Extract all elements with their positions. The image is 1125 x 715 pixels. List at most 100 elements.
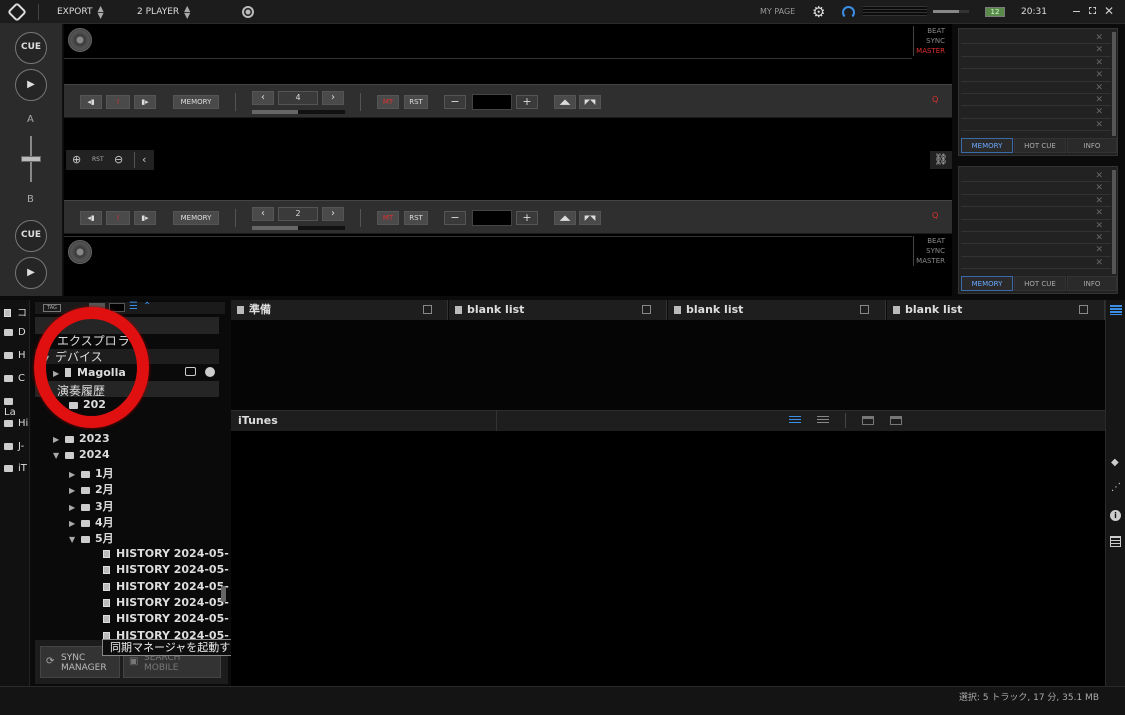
related-tracks-icon[interactable]: ⋰ — [1111, 482, 1121, 493]
deck1-prev-cue-button[interactable]: ◂▮ — [80, 95, 102, 109]
tree-month[interactable]: ▼ 5月 — [69, 530, 114, 546]
deck1-beatjump-left-button[interactable]: ‹ — [252, 91, 274, 105]
memory-cue-slot[interactable]: ✕ — [961, 170, 1111, 183]
device-sync-icon[interactable] — [185, 367, 196, 376]
hot-cue-tab[interactable]: HOT CUE — [1014, 276, 1066, 291]
memory-cue-slot[interactable]: ✕ — [961, 207, 1111, 220]
deck-b-cue-button[interactable]: CUE — [15, 220, 47, 252]
collapse-chevron-icon[interactable]: ‹ — [142, 153, 146, 166]
pane-layout-icon[interactable] — [890, 416, 902, 425]
delete-icon[interactable]: ✕ — [1095, 195, 1103, 207]
tree-history-item[interactable]: HISTORY 2024-05- — [103, 547, 229, 560]
memory-cue-slot[interactable]: ✕ — [961, 232, 1111, 245]
deck-a-play-button[interactable]: ▶ — [15, 69, 47, 101]
memory-cue-slot[interactable]: ✕ — [961, 57, 1111, 70]
list-menu-icon[interactable] — [860, 305, 869, 314]
tree-year-2023[interactable]: ▶ 2023 — [53, 432, 110, 445]
memory-cue-slot[interactable]: ✕ — [961, 106, 1111, 119]
deck2-pitch-bend-left-button[interactable]: ◢◣ — [554, 211, 576, 225]
sampler-icon[interactable] — [1110, 536, 1121, 547]
tree-month[interactable]: ▶ 2月 — [69, 481, 114, 497]
zoom-out-icon[interactable]: ⊖ — [114, 153, 123, 166]
delete-icon[interactable]: ✕ — [1095, 57, 1103, 69]
tree-history-item[interactable]: HISTORY 2024-05- — [103, 563, 229, 576]
deck1-cue-marker-button[interactable]: ! — [106, 95, 130, 109]
deck2-waveform[interactable]: BEAT SYNC MASTER — [64, 234, 952, 296]
info-tab[interactable]: INFO — [1067, 276, 1117, 291]
deck-a-cue-button[interactable]: CUE — [15, 32, 47, 64]
track-list-area[interactable] — [231, 431, 1105, 686]
deck2-master-tempo-button[interactable]: MT — [377, 211, 399, 225]
deck2-memory-button[interactable]: MEMORY — [173, 211, 219, 225]
delete-icon[interactable]: ✕ — [1095, 69, 1103, 81]
playlist-pane-header[interactable]: blank list — [887, 300, 1105, 320]
sidebar-item[interactable]: La — [4, 396, 29, 418]
deck1-beatjump-right-button[interactable]: › — [322, 91, 344, 105]
delete-icon[interactable]: ✕ — [1095, 82, 1103, 94]
memory-tab[interactable]: MEMORY — [961, 276, 1013, 291]
delete-icon[interactable]: ✕ — [1095, 106, 1103, 118]
tree-history-item[interactable]: HISTORY 2024-05- — [103, 580, 229, 593]
list-menu-icon[interactable] — [423, 305, 432, 314]
deck1-next-cue-button[interactable]: ▮▸ — [134, 95, 156, 109]
deck1-beat-sync-master[interactable]: BEAT SYNC MASTER — [909, 26, 945, 56]
maximize-icon[interactable] — [1089, 7, 1096, 14]
deck1-tempo-minus-button[interactable]: − — [444, 95, 466, 109]
info-icon[interactable]: i — [1110, 510, 1121, 521]
export-mode-selector[interactable]: EXPORT ▲ ▼ — [57, 0, 104, 24]
gear-icon[interactable]: ⚙ — [812, 3, 825, 21]
minimize-icon[interactable] — [1073, 11, 1080, 12]
deck2-next-cue-button[interactable]: ▮▸ — [134, 211, 156, 225]
sidebar-item[interactable]: Hi — [4, 418, 28, 429]
deck1-reset-button[interactable]: RST — [404, 95, 428, 109]
volume-slider[interactable] — [933, 10, 969, 13]
sidebar-item[interactable]: C — [4, 373, 25, 384]
tree-month[interactable]: ▶ 4月 — [69, 514, 114, 530]
sidebar-item[interactable]: iT — [4, 463, 27, 474]
tree-month[interactable]: ▶ 3月 — [69, 498, 114, 514]
chevron-up-icon[interactable]: ⌃ — [143, 301, 151, 312]
list-menu-icon[interactable] — [1079, 305, 1088, 314]
memory-cue-slot[interactable]: ✕ — [961, 195, 1111, 208]
delete-icon[interactable]: ✕ — [1095, 220, 1103, 232]
delete-icon[interactable]: ✕ — [1095, 207, 1103, 219]
memory-tab[interactable]: MEMORY — [961, 138, 1013, 153]
delete-icon[interactable]: ✕ — [1095, 232, 1103, 244]
sidebar-item[interactable]: D — [4, 327, 26, 338]
playlist-pane-header[interactable]: 準備 — [231, 300, 448, 320]
deck1-master-tempo-button[interactable]: MT — [377, 95, 399, 109]
deck1-quantize-toggle[interactable]: Q — [932, 95, 938, 104]
memory-cue-slot[interactable]: ✕ — [961, 257, 1111, 270]
tree-history-item[interactable]: HISTORY 2024-05- — [103, 612, 229, 625]
delete-icon[interactable]: ✕ — [1095, 44, 1103, 56]
tree-month[interactable]: ▶ 1月 — [69, 465, 114, 481]
deck2-tempo-minus-button[interactable]: − — [444, 211, 466, 225]
delete-icon[interactable]: ✕ — [1095, 119, 1103, 131]
sidebar-item[interactable]: H — [4, 350, 26, 361]
delete-icon[interactable]: ✕ — [1095, 170, 1103, 182]
tag-icon[interactable]: ◆ — [1111, 457, 1119, 468]
deck1-memory-button[interactable]: MEMORY — [173, 95, 219, 109]
link-icon[interactable]: ⛓ — [930, 151, 952, 169]
deck2-reset-button[interactable]: RST — [404, 211, 428, 225]
record-icon[interactable] — [242, 6, 254, 18]
tree-scrollbar[interactable] — [221, 586, 226, 602]
playlist-pane-header[interactable]: blank list — [668, 300, 886, 320]
tag-icon[interactable]: TAG — [43, 304, 61, 312]
memory-cue-slot[interactable]: ✕ — [961, 44, 1111, 57]
deck2-prev-cue-button[interactable]: ◂▮ — [80, 211, 102, 225]
deck1-waveform[interactable]: BEAT SYNC MASTER — [64, 24, 952, 84]
memory-cue-slot[interactable]: ✕ — [961, 82, 1111, 94]
zoom-reset-button[interactable]: RST — [92, 156, 104, 163]
memory-cue-slot[interactable]: ✕ — [961, 69, 1111, 82]
mypage-link[interactable]: MY PAGE — [760, 0, 795, 24]
memory-cue-slot[interactable]: ✕ — [961, 32, 1111, 45]
info-tab[interactable]: INFO — [1067, 138, 1117, 153]
memory-cue-slot[interactable]: ✕ — [961, 94, 1111, 107]
deck1-tempo-plus-button[interactable]: + — [516, 95, 538, 109]
tree-year-2024[interactable]: ▼ 2024 — [53, 448, 110, 461]
memory-cue-slot[interactable]: ✕ — [961, 220, 1111, 232]
memory-cue-slot[interactable]: ✕ — [961, 182, 1111, 195]
zoom-in-icon[interactable]: ⊕ — [72, 153, 81, 166]
memory-cue-slot[interactable]: ✕ — [961, 119, 1111, 132]
